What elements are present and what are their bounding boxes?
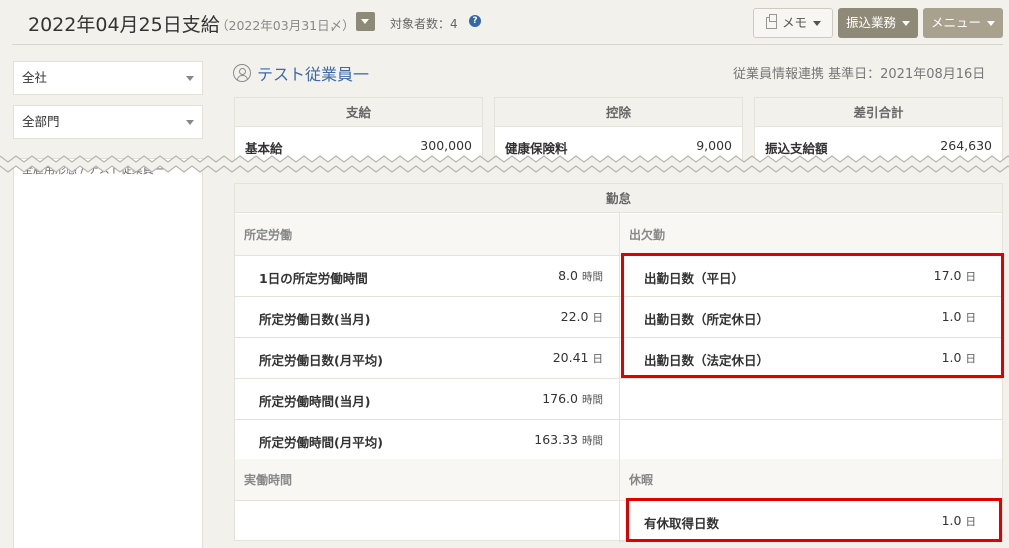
- chevron-down-icon: [186, 76, 194, 81]
- attendance-panel: 勤怠 所定労働 1日の所定労働時間 8.0 時間 所定労働日数(当月) 22.0 日…: [234, 183, 1003, 543]
- row-value: 20.41: [552, 350, 589, 365]
- table-row-empty: [620, 379, 1002, 420]
- row-value: 1.0: [941, 350, 962, 365]
- leave-section-title: 休暇: [620, 459, 1002, 501]
- help-icon[interactable]: ?: [469, 15, 481, 27]
- department-select[interactable]: 全部門: [13, 105, 203, 139]
- row-unit: 時間: [582, 435, 603, 447]
- user-icon: [233, 64, 251, 82]
- row-label: 所定労働時間(月平均): [259, 435, 383, 450]
- employee-name-link[interactable]: テスト従業員一: [257, 61, 369, 85]
- table-row: 所定労働日数(当月) 22.0 日: [235, 297, 619, 338]
- row-label: 出勤日数（平日）: [644, 271, 745, 286]
- row-unit: 日: [592, 353, 604, 365]
- net-card-title: 差引合計: [755, 98, 1002, 127]
- row-value: 1.0: [941, 513, 962, 528]
- row-label: 出勤日数（所定休日）: [644, 312, 770, 327]
- row-unit: 日: [965, 312, 977, 324]
- table-row: 1日の所定労働時間 8.0 時間: [235, 256, 619, 297]
- company-select[interactable]: 全社: [13, 61, 203, 95]
- sync-info: 従業員情報連携 基準日：2021年08月16日: [733, 67, 986, 82]
- table-row-empty: [620, 420, 1002, 461]
- pay-card-title: 支給: [235, 98, 482, 127]
- chevron-down-icon: [987, 20, 996, 26]
- row-unit: 日: [592, 312, 604, 324]
- row-label: 所定労働日数(月平均): [259, 353, 383, 368]
- row-value: 1.0: [941, 309, 962, 324]
- row-value: 17.0: [933, 268, 962, 283]
- row-unit: 日: [965, 516, 977, 528]
- memo-icon: [766, 14, 777, 29]
- employee-list[interactable]: 全雇用形態 / テスト従業員一: [13, 158, 203, 548]
- cut-edge-top: [0, 155, 1009, 163]
- table-row: 所定労働日数(月平均) 20.41 日: [235, 338, 619, 379]
- header-divider: [12, 44, 1003, 45]
- table-row: 有休取得日数 1.0 日: [620, 501, 1002, 542]
- table-row: 所定労働時間(月平均) 163.33 時間: [235, 420, 619, 461]
- actual-section-title: 実働時間: [235, 459, 619, 501]
- table-row: 出勤日数（平日） 17.0 日: [620, 256, 1002, 297]
- row-label: 1日の所定労働時間: [259, 271, 368, 286]
- cut-divider: [0, 155, 1009, 173]
- presence-section-title: 出欠勤: [620, 214, 1002, 256]
- attendance-title: 勤怠: [235, 184, 1002, 213]
- close-date: （2022年03月31日〆）: [216, 18, 355, 33]
- row-value: 176.0: [542, 391, 578, 406]
- memo-button-label: メモ: [782, 15, 808, 30]
- chevron-down-icon: [186, 120, 194, 125]
- department-select-value: 全部門: [22, 114, 60, 129]
- row-unit: 時間: [582, 271, 603, 283]
- row-unit: 日: [965, 353, 977, 365]
- chevron-down-icon: [902, 20, 911, 26]
- row-unit: 時間: [582, 394, 603, 406]
- payday-dropdown-button[interactable]: [356, 12, 375, 31]
- row-label: 有休取得日数: [644, 516, 720, 531]
- chevron-down-icon: [813, 20, 822, 26]
- table-row: 出勤日数（所定休日） 1.0 日: [620, 297, 1002, 338]
- target-count: 対象者数：4: [390, 17, 458, 31]
- menu-button-label: メニュー: [931, 15, 982, 30]
- transfer-button-label: 振込業務: [846, 15, 897, 30]
- row-unit: 日: [965, 271, 977, 283]
- menu-button[interactable]: メニュー: [923, 8, 1003, 38]
- row-value: 8.0: [558, 268, 578, 283]
- cut-fill: [0, 156, 1009, 172]
- scheduled-section-title: 所定労働: [235, 214, 619, 256]
- row-label: 所定労働時間(当月): [259, 394, 371, 409]
- row-value: 163.33: [534, 432, 578, 447]
- page-title: 2022年04月25日支給: [28, 14, 220, 36]
- row-value: 22.0: [560, 309, 589, 324]
- row-label: 出勤日数（法定休日）: [644, 353, 770, 368]
- table-row: 出勤日数（法定休日） 1.0 日: [620, 338, 1002, 379]
- memo-button[interactable]: メモ: [753, 8, 833, 38]
- row-label: 所定労働日数(当月): [259, 312, 371, 327]
- transfer-button[interactable]: 振込業務: [838, 8, 918, 38]
- table-row: 所定労働時間(当月) 176.0 時間: [235, 379, 619, 420]
- company-select-value: 全社: [22, 70, 48, 85]
- deduction-card-title: 控除: [495, 98, 742, 127]
